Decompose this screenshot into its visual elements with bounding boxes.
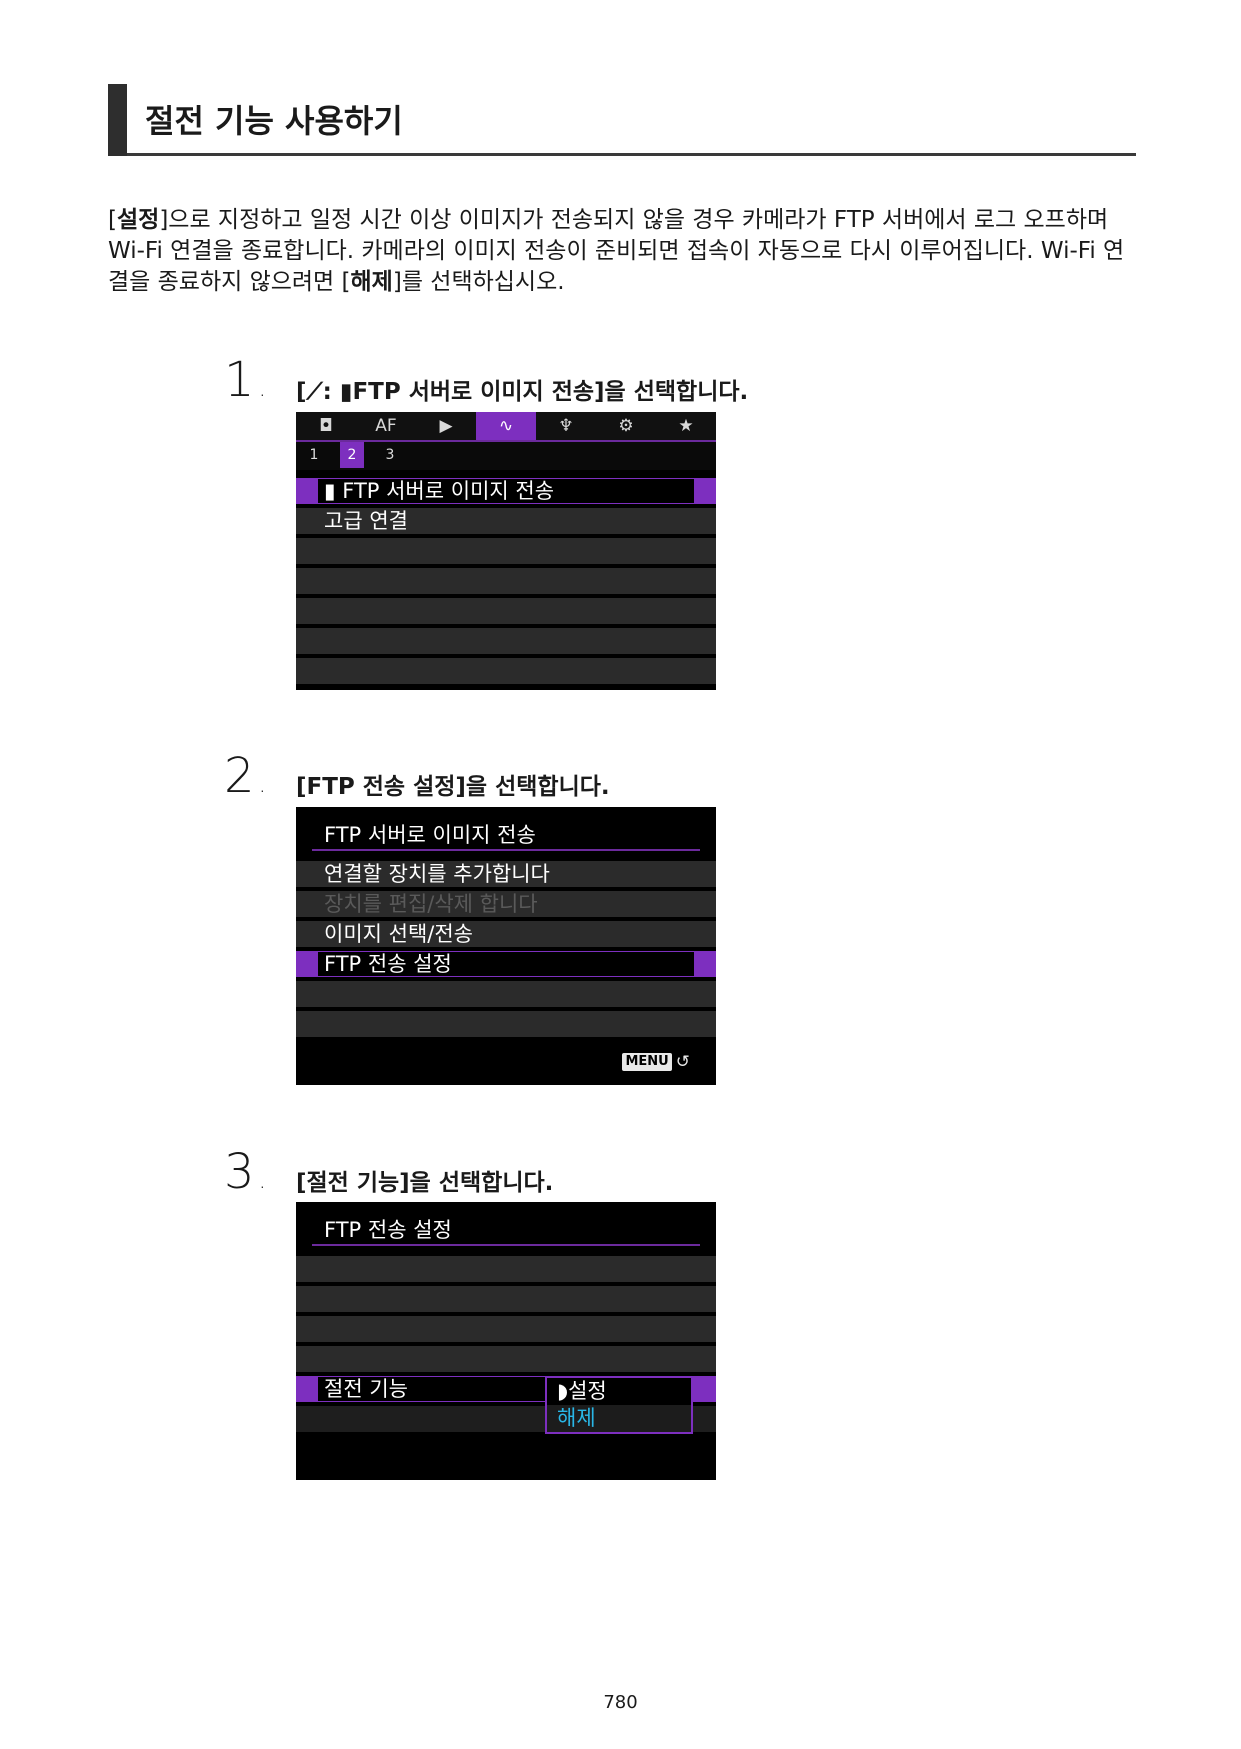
intro-paragraph: [설정]으로 지정하고 일정 시간 이상 이미지가 전송되지 않을 경우 카메라… [108,205,1138,298]
menu-item-image-select-transfer[interactable]: 이미지 선택/전송 [296,921,716,949]
camera-screen-3: FTP 전송 설정 절전 기능 ◗설정 해제 [296,1202,716,1480]
menu-row-empty [296,1286,716,1314]
menu-row-empty [296,568,716,596]
screen-title: FTP 서버로 이미지 전송 [324,823,536,847]
step-instruction: [FTP 전송 설정]을 선택합니다. [296,774,610,800]
section-heading: 절전 기능 사용하기 [108,84,1136,156]
option-enable[interactable]: ◗설정 [547,1378,691,1405]
star-icon[interactable]: ★ [656,412,716,440]
menu-item-advanced-connection[interactable]: 고급 연결 [296,508,716,536]
camera-icon[interactable]: ◘ [296,412,356,440]
menu-row-empty [296,1316,716,1344]
tab-af[interactable]: AF [356,412,416,440]
title-divider [312,849,700,851]
menu-row-empty [296,628,716,656]
subtab-1[interactable]: 1 [302,442,326,468]
return-icon: ↺ [675,1051,690,1072]
wireless-icon[interactable]: ∿ [476,412,536,440]
page-title: 절전 기능 사용하기 [145,102,403,140]
option-disable[interactable]: 해제 [547,1405,691,1432]
page-number: 780 [603,1692,638,1713]
menu-row-empty [296,1256,716,1284]
menu-item-ftp-transfer[interactable]: ▮ FTP 서버로 이미지 전송 [296,478,716,506]
menu-row-empty [296,981,716,1009]
menu-item-add-device[interactable]: 연결할 장치를 추가합니다 [296,861,716,889]
heading-bar [108,84,127,156]
menu-item-ftp-transfer-settings[interactable]: FTP 전송 설정 [296,951,716,979]
menu-row-empty [296,538,716,566]
intro-text: [ [108,207,117,233]
intro-text: ]으로 지정하고 일정 시간 이상 이미지가 전송되지 않을 경우 카메라가 F… [108,207,1125,295]
step-number: 2. [224,748,267,804]
menu-subtabs: 1 2 3 [296,442,716,470]
step-number: 1. [224,352,267,408]
intro-bold-disable: 해제 [350,269,393,295]
step-instruction: [⟋: ▮FTP 서버로 이미지 전송]을 선택합니다. [296,379,749,405]
title-divider [312,1244,700,1246]
custom-function-icon[interactable]: ⚙ [596,412,656,440]
intro-bold-setting: 설정 [116,207,160,233]
menu-label: MENU [622,1053,672,1071]
subtab-2[interactable]: 2 [340,442,364,468]
menu-row-empty [296,1011,716,1039]
menu-row-empty [296,1346,716,1374]
camera-screen-2: FTP 서버로 이미지 전송 연결할 장치를 추가합니다 장치를 편집/삭제 합… [296,807,716,1085]
menu-tab-bar: ◘ AF ▶ ∿ ♆ ⚙ ★ [296,412,716,442]
intro-text: ]를 선택하십시오. [392,269,565,295]
screen-title: FTP 전송 설정 [324,1218,452,1242]
menu-row-empty [296,658,716,686]
subtab-3[interactable]: 3 [378,442,402,468]
wrench-icon[interactable]: ♆ [536,412,596,440]
camera-screen-1: ◘ AF ▶ ∿ ♆ ⚙ ★ 1 2 3 ▮ FTP 서버로 이미지 전송 고급… [296,412,716,690]
playback-icon[interactable]: ▶ [416,412,476,440]
menu-item-edit-delete-device: 장치를 편집/삭제 합니다 [296,891,716,919]
menu-return-button[interactable]: MENU ↺ [622,1051,690,1073]
step-instruction: [절전 기능]을 선택합니다. [296,1170,554,1196]
menu-row-empty [296,598,716,626]
step-number: 3. [224,1144,267,1200]
power-saving-dropdown[interactable]: ◗설정 해제 [545,1376,693,1434]
